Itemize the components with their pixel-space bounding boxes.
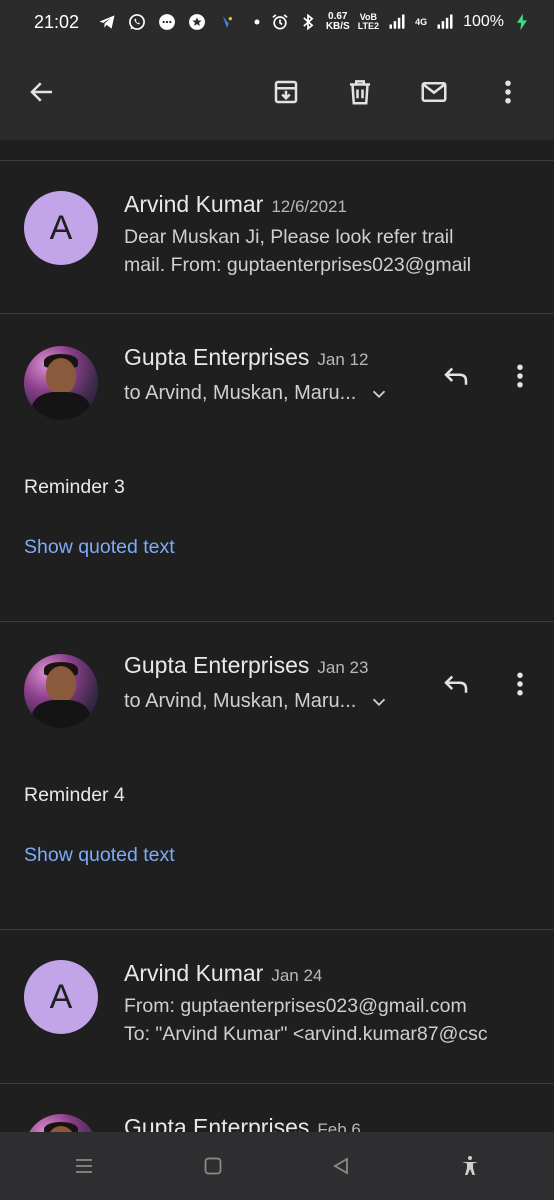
system-nav-bar [0,1132,554,1200]
more-vert-icon [505,80,511,104]
bluetooth-icon [298,12,318,32]
more-options-button[interactable] [486,70,530,114]
message-header: Gupta Enterprises Jan 23 [124,652,368,679]
net-speed-unit: KB/S [325,21,350,32]
gmail-thread-screen: 21:02 0.67 KB/S VoB LTE2 4G 100% A Arvin… [0,0,554,1200]
reply-icon [444,367,468,385]
status-left: 21:02 [34,12,267,33]
archive-button[interactable] [264,70,308,114]
snippet-line-1: Dear Muskan Ji, Please look refer trail [124,226,454,248]
mail-icon [421,82,447,102]
home-icon [204,1157,222,1175]
more-vert-icon [517,672,523,696]
reply-button[interactable] [436,356,476,396]
sender-name: Arvind Kumar [124,191,264,217]
recipients-text: to Arvind, Muskan, Maru... [124,382,357,404]
avatar-face [46,666,76,702]
message-date: Jan 23 [317,658,369,677]
alarm-icon [270,12,290,32]
snippet-line-2: mail. From: guptaenterprises023@gmail [124,254,472,276]
dot-icon [247,12,267,32]
chevron-down-icon [373,390,386,398]
message-header: Arvind Kumar Jan 24 [124,960,322,987]
archive-icon [274,80,298,104]
back-arrow-icon [30,82,52,102]
trash-icon [350,80,370,105]
expanded-message: Gupta Enterprises Jan 12 to Arvind, Muska… [0,314,554,620]
snippet-line-2: To: "Arvind Kumar" <arvind.kumar87@csc [124,1023,488,1045]
top-app-bar [0,44,554,140]
battery-percent: 100% [463,13,504,30]
avatar-face [46,358,76,394]
avatar-body [32,700,90,728]
message-header: Gupta Enterprises Feb 6 [124,1114,361,1132]
shield-app-icon [217,12,237,32]
avatar[interactable] [24,654,98,728]
collapsed-message[interactable]: A Arvind Kumar Jan 24 From: guptaenterpri… [0,930,554,1082]
avatar-body [32,392,90,420]
sender-name: Gupta Enterprises [124,1114,310,1132]
collapsed-message[interactable]: A Arvind Kumar 12/6/2021 Dear Muskan Ji, … [0,161,554,313]
message-more-button[interactable] [500,356,540,396]
chevron-down-icon [373,698,386,706]
star-badge-icon [187,12,207,32]
telegram-icon [97,12,117,32]
sender-name: Gupta Enterprises [124,652,310,678]
signal-icon [387,12,407,32]
snippet-line-1: From: guptaenterprises023@gmail.com [124,995,467,1017]
recents-icon [76,1159,93,1173]
back-button[interactable] [20,70,64,114]
more-vert-icon [517,364,523,388]
whatsapp-icon [127,12,147,32]
battery-charging-icon [512,12,532,32]
message-body: Reminder 4 [24,784,125,806]
message-snippet: From: guptaenterprises023@gmail.com To: … [124,992,534,1048]
net-speed: 0.67 KB/S [326,12,350,32]
avatar[interactable] [24,346,98,420]
status-right: 0.67 KB/S VoB LTE2 4G 100% [270,12,532,32]
message-more-button[interactable] [500,664,540,704]
back-nav-button[interactable] [317,1142,365,1190]
recipients-toggle[interactable]: to Arvind, Muskan, Maru... [124,382,390,405]
volte-indicator: VoB LTE2 [358,13,379,31]
accessibility-icon [461,1156,478,1175]
recents-button[interactable] [60,1142,108,1190]
chat-bubble-icon [157,12,177,32]
show-quoted-text-link[interactable]: Show quoted text [24,536,175,559]
reply-icon [444,675,468,693]
signal-icon-2 [435,12,455,32]
sender-name: Arvind Kumar [124,960,264,986]
collapsed-message[interactable]: Gupta Enterprises Feb 6 [0,1084,554,1132]
recipients-text: to Arvind, Muskan, Maru... [124,690,357,712]
recipients-toggle[interactable]: to Arvind, Muskan, Maru... [124,690,390,713]
status-time: 21:02 [34,11,80,32]
sender-name: Gupta Enterprises [124,344,310,370]
message-date: Jan 12 [317,350,369,369]
accessibility-button[interactable] [446,1142,494,1190]
message-date: 12/6/2021 [271,197,347,216]
message-header: Gupta Enterprises Jan 12 [124,344,368,371]
message-date: Feb 6 [317,1120,361,1132]
avatar [24,1114,98,1132]
message-header: Arvind Kumar 12/6/2021 [124,191,347,218]
message-snippet: Dear Muskan Ji, Please look refer trail … [124,223,534,279]
reply-button[interactable] [436,664,476,704]
message-date: Jan 24 [271,966,323,985]
back-triangle-icon [333,1157,349,1175]
avatar: A [24,960,98,1034]
app-bar-actions [264,70,530,114]
expanded-message: Gupta Enterprises Jan 23 to Arvind, Muska… [0,622,554,928]
mark-unread-button[interactable] [412,70,456,114]
volte-bottom: LTE2 [357,21,380,31]
show-quoted-text-link[interactable]: Show quoted text [24,844,175,867]
message-body: Reminder 3 [24,476,125,498]
delete-button[interactable] [338,70,382,114]
home-button[interactable] [189,1142,237,1190]
avatar: A [24,191,98,265]
network-type: 4G [415,16,428,27]
status-bar: 21:02 0.67 KB/S VoB LTE2 4G 100% [0,0,554,44]
